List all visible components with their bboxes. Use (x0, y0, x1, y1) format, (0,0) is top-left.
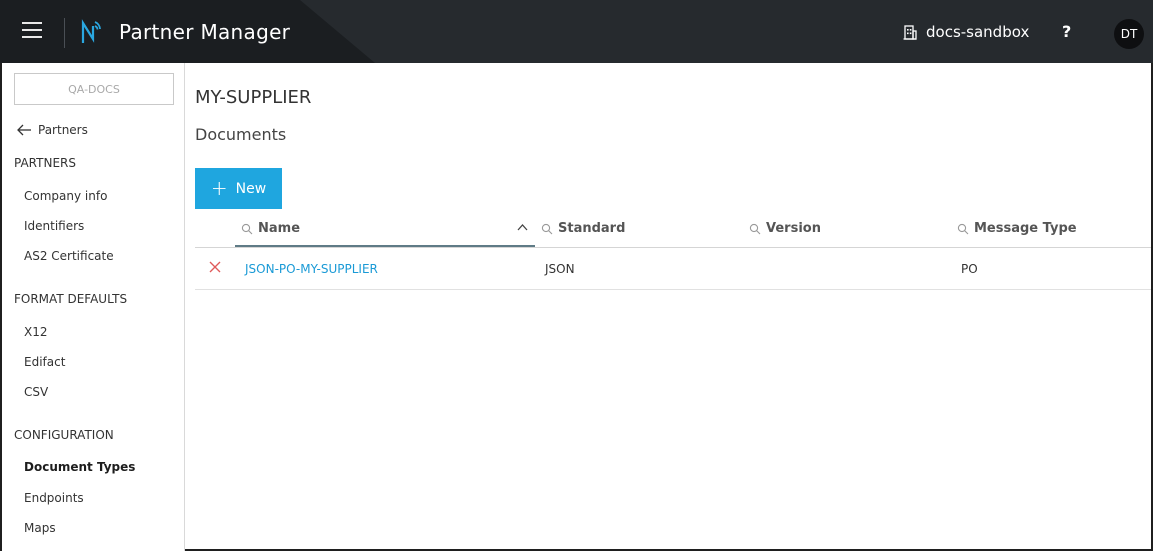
sidebar-item-x12[interactable]: X12 (24, 325, 48, 339)
search-icon (749, 223, 761, 234)
app-logo-icon (81, 19, 101, 43)
top-bar: Partner Manager docs-sandbox ? DT (0, 0, 1153, 63)
environment-selector[interactable]: docs-sandbox (903, 23, 1029, 41)
section-title-configuration: CONFIGURATION (14, 428, 114, 442)
main-content: MY-SUPPLIER Documents + New Name Standar… (185, 63, 1151, 551)
section-title-format-defaults: FORMAT DEFAULTS (14, 292, 128, 306)
app-title: Partner Manager (119, 20, 291, 44)
page-title: Documents (195, 125, 287, 144)
arrow-left-icon (17, 124, 31, 136)
section-title-partners: PARTNERS (14, 156, 76, 170)
environment-name: docs-sandbox (926, 23, 1030, 41)
search-icon (957, 223, 969, 234)
column-label: Message Type (974, 221, 1077, 236)
sidebar: QA-DOCS Partners PARTNERS Company info I… (2, 63, 185, 551)
back-label: Partners (38, 123, 88, 137)
column-label: Standard (558, 221, 626, 236)
document-standard: JSON (545, 262, 575, 276)
new-document-button[interactable]: + New (195, 168, 282, 209)
building-icon (903, 25, 917, 40)
column-label: Name (258, 221, 301, 236)
help-button[interactable]: ? (1062, 22, 1071, 41)
plus-icon: + (210, 175, 228, 200)
sidebar-item-company-info[interactable]: Company info (24, 189, 107, 203)
partner-name: MY-SUPPLIER (195, 87, 312, 108)
column-header-message-type[interactable]: Message Type (957, 221, 1077, 236)
delete-icon[interactable] (208, 260, 222, 274)
back-to-partners-link[interactable]: Partners (16, 123, 88, 137)
sidebar-item-identifiers[interactable]: Identifiers (24, 219, 84, 233)
document-name-link[interactable]: JSON-PO-MY-SUPPLIER (245, 262, 378, 276)
tenant-selector[interactable]: QA-DOCS (14, 73, 174, 105)
sidebar-item-document-types[interactable]: Document Types (24, 460, 135, 474)
sidebar-item-maps[interactable]: Maps (24, 521, 56, 535)
header-divider (64, 18, 65, 48)
sidebar-item-endpoints[interactable]: Endpoints (24, 491, 84, 505)
column-header-name[interactable]: Name (241, 221, 300, 236)
hamburger-menu-icon[interactable] (22, 22, 46, 42)
column-label: Version (766, 221, 821, 236)
sidebar-item-csv[interactable]: CSV (24, 385, 48, 399)
sidebar-item-edifact[interactable]: Edifact (24, 355, 65, 369)
row-divider (195, 289, 1151, 290)
search-icon (241, 223, 253, 234)
new-button-label: New (235, 180, 267, 197)
column-header-version[interactable]: Version (749, 221, 821, 236)
sidebar-item-as2-certificate[interactable]: AS2 Certificate (24, 249, 114, 263)
search-icon (541, 223, 553, 234)
sort-ascending-icon[interactable] (517, 221, 528, 234)
table-header-divider (195, 247, 1151, 248)
user-avatar[interactable]: DT (1114, 19, 1144, 49)
document-message-type: PO (961, 262, 978, 276)
column-header-standard[interactable]: Standard (541, 221, 625, 236)
